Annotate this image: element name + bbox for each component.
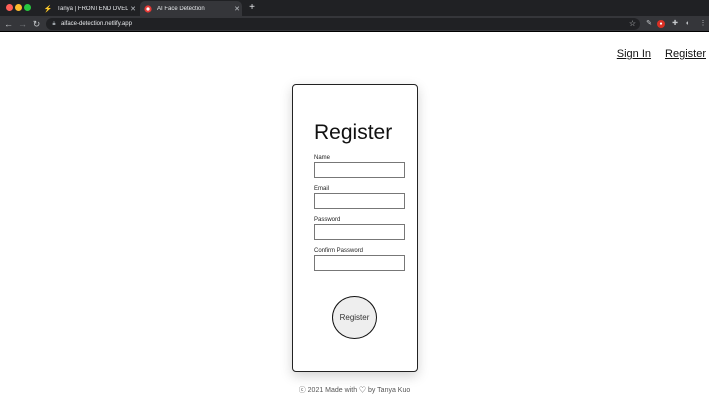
close-tab-icon[interactable]: ✕	[128, 5, 138, 13]
bolt-icon: ⚡	[43, 5, 53, 13]
confirm-password-input[interactable]	[314, 255, 405, 271]
minimize-window-button[interactable]	[15, 4, 22, 11]
browser-tab-ai-face-detection[interactable]: AI Face Detection ✕	[140, 1, 242, 16]
close-window-button[interactable]	[6, 4, 13, 11]
password-input[interactable]	[314, 224, 405, 240]
email-label: Email	[314, 186, 330, 192]
lock-icon[interactable]: 🔒︎	[49, 21, 59, 28]
name-input[interactable]	[314, 162, 405, 178]
register-form-card: Register Name Email Password Confirm Pas…	[292, 84, 418, 372]
confirm-password-label: Confirm Password	[314, 248, 364, 254]
extensions-puzzle-icon[interactable]: ✚	[670, 19, 680, 29]
back-arrow-icon[interactable]: ←	[3, 18, 14, 30]
password-label: Password	[314, 217, 341, 223]
browser-tab-portfolio[interactable]: ⚡ Tanya | FRONTEND DVELOPER ✕	[40, 1, 138, 16]
browser-tab-bar: ⚡ Tanya | FRONTEND DVELOPER ✕ AI Face De…	[0, 0, 709, 16]
name-label: Name	[314, 155, 331, 161]
extension-icon[interactable]: ✎	[644, 19, 654, 29]
address-bar[interactable]: 🔒︎ aiface-detection.netlify.app ☆	[46, 18, 640, 30]
browser-menu-icon[interactable]: ⋮	[698, 19, 708, 29]
profile-avatar-icon[interactable]: ◐	[683, 19, 693, 29]
bookmark-star-icon[interactable]: ☆	[629, 18, 636, 30]
top-navigation: Sign In Register	[617, 48, 706, 60]
register-link[interactable]: Register	[665, 48, 706, 60]
face-detect-icon	[144, 4, 152, 13]
close-tab-icon[interactable]: ✕	[232, 5, 242, 13]
tab-title: Tanya | FRONTEND DVELOPER	[57, 5, 128, 12]
browser-toolbar: ← → ↻ 🔒︎ aiface-detection.netlify.app ☆ …	[0, 16, 709, 32]
email-input[interactable]	[314, 193, 405, 209]
forward-arrow-icon[interactable]: →	[17, 18, 28, 30]
page-footer: ⓒ 2021 Made with ♡ by Tanya Kuo	[298, 387, 411, 394]
tab-title: AI Face Detection	[157, 5, 205, 12]
register-submit-button[interactable]: Register	[332, 296, 377, 339]
reload-icon[interactable]: ↻	[31, 18, 42, 30]
new-tab-plus-icon[interactable]: +	[246, 2, 258, 14]
maximize-window-button[interactable]	[24, 4, 31, 11]
extension-badge-icon[interactable]: ●	[657, 20, 665, 28]
sign-in-link[interactable]: Sign In	[617, 48, 651, 60]
form-title: Register	[314, 121, 393, 144]
address-url[interactable]: aiface-detection.netlify.app	[61, 21, 132, 27]
